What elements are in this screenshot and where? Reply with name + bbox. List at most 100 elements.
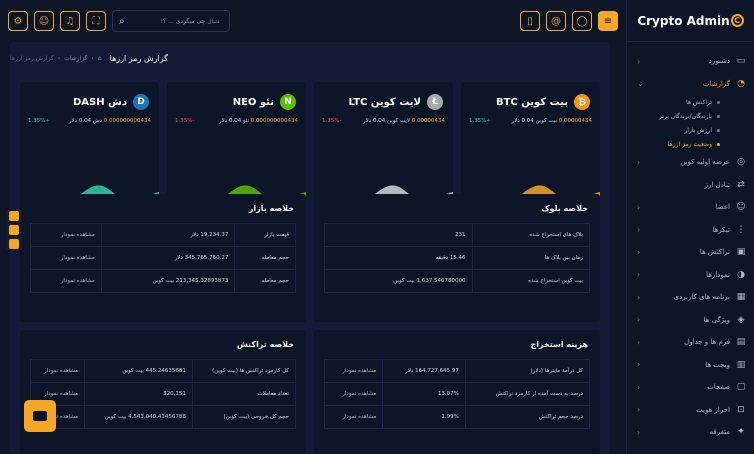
sidebar-item-label: ویجت ها bbox=[705, 360, 730, 369]
row-value: 213,345.32893873 بیت کوین bbox=[100, 269, 236, 293]
chevron-left-icon: ‹ bbox=[637, 292, 641, 302]
sidebar-item-label: فرم ها و جداول bbox=[684, 338, 730, 347]
market-summary-panel: خلاصه بازار قیمت بازار 19,234.37 دلار مشاه… bbox=[20, 194, 306, 322]
coin-change: +1.35% bbox=[28, 118, 51, 124]
sidebar-item-charts[interactable]: ◑ نمودارها ‹ bbox=[627, 264, 754, 287]
sidebar-item-reports[interactable]: ◔ گزارشات ⌄ bbox=[627, 73, 754, 96]
chevron-left-icon: ‹ bbox=[637, 405, 641, 415]
menu-toggle-button[interactable]: ≡ bbox=[598, 11, 618, 31]
row-label: درصد حجم تراکنش bbox=[464, 405, 591, 429]
side-tab-1[interactable] bbox=[9, 211, 19, 221]
mining-cost-panel: هزینه استخراج کل درآمد ماینرها (دلار) 164… bbox=[314, 330, 600, 454]
mining-cost-table: کل درآمد ماینرها (دلار) 164,727,645.97 دل… bbox=[323, 359, 591, 429]
clipboard-button[interactable]: ▯ bbox=[520, 11, 540, 31]
sidebar-item-auth[interactable]: ⊡ احراز هویت ‹ bbox=[627, 399, 754, 422]
breadcrumb: ⌂ › گزارشات › گزارش رمز ارزها bbox=[10, 55, 102, 62]
chevron-left-icon: ‹ bbox=[637, 247, 641, 257]
sidebar-item-exchange[interactable]: ⇄ تبادل ارز bbox=[627, 174, 754, 197]
sidebar-item-label: برنامه های کاربردی bbox=[673, 293, 730, 302]
table-row: حجم معامله 213,345.32893873 بیت کوین مشاهد… bbox=[30, 269, 296, 293]
view-chart-link[interactable]: مشاهده نمودار bbox=[30, 269, 102, 293]
chevron-left-icon: ‹ bbox=[637, 157, 641, 167]
row-label: زمان بین بلاک ها bbox=[471, 246, 591, 270]
sidebar-item-ico[interactable]: ◎ عرضه اولیه کوین ‹ bbox=[627, 151, 754, 174]
side-tab-2[interactable] bbox=[9, 225, 19, 235]
block-summary-table: بلاک های استخراج شده 231 زمان بین بلاک ها… bbox=[324, 223, 591, 293]
panel-title: خلاصه بلوک bbox=[541, 204, 588, 213]
chevron-left-icon: ‹ bbox=[637, 225, 641, 235]
sidebar-item-pages[interactable]: ▢ صفحات ‹ bbox=[627, 376, 754, 399]
settings-button[interactable]: ⚙ bbox=[8, 11, 28, 31]
submenu-item-transactions[interactable]: تراکنش ها bbox=[627, 95, 754, 109]
fullscreen-button[interactable]: ⛶ bbox=[86, 11, 106, 31]
sidebar-item-label: نمودارها bbox=[706, 270, 730, 279]
view-chart-link[interactable]: مشاهده نمودار bbox=[323, 359, 384, 383]
floating-chat-button[interactable] bbox=[24, 400, 56, 432]
table-icon: ▤ bbox=[736, 337, 746, 348]
sidebar-item-transactions[interactable]: ▣ تراکنش ها ‹ bbox=[627, 241, 754, 264]
row-label: کل درآمد ماینرها (دلار) bbox=[464, 359, 591, 383]
submenu-item-market-cap[interactable]: ارزش بازار bbox=[627, 123, 754, 137]
chevron-left-icon: ‹ bbox=[637, 427, 641, 437]
page-header: گزارش رمز ارزها ⌂ › گزارشات › گزارش رمز … bbox=[10, 42, 610, 74]
row-value: 1,637.546780000 بیت کوین bbox=[324, 269, 473, 293]
email-button[interactable]: @ bbox=[546, 11, 566, 31]
misc-icon: ✦ bbox=[737, 427, 745, 438]
table-row: قیمت بازار 19,234.37 دلار مشاهده نمودار bbox=[30, 223, 296, 247]
search-box[interactable]: ⌕ bbox=[112, 10, 230, 32]
ticker-icon: ⋮ bbox=[736, 224, 746, 235]
sidebar-item-misc[interactable]: ✦ متفرقه ‹ bbox=[627, 421, 754, 444]
row-value: 15.46 دقیقه bbox=[324, 246, 473, 270]
table-row: زمان بین بلاک ها 15.46 دقیقه bbox=[324, 246, 591, 270]
table-row: درصد حجم تراکنش 1.99% مشاهده نمودار bbox=[323, 405, 591, 429]
chevron-left-icon: ‹ bbox=[637, 360, 641, 370]
coin-rate: بیت کوین 0.04 دلار bbox=[511, 118, 557, 124]
chevron-left-icon: ‹ bbox=[637, 202, 641, 212]
sidebar-item-widgets[interactable]: ▥ ویجت ها ‹ bbox=[627, 354, 754, 377]
sidebar: Crypto Admin C ▭ دشبورد ‹ ◔ گزارشات ⌄ تراکنش … bbox=[626, 0, 754, 454]
notifications-button[interactable]: ♫ bbox=[60, 11, 80, 31]
view-chart-link[interactable]: مشاهده نمودار bbox=[29, 359, 86, 383]
brand-logo[interactable]: Crypto Admin C bbox=[627, 0, 754, 42]
submenu-item-crypto-status[interactable]: وضعیت رمز ارزها bbox=[627, 137, 754, 151]
breadcrumb-current: گزارش رمز ارزها bbox=[10, 54, 54, 62]
sidebar-item-dashboard[interactable]: ▭ دشبورد ‹ bbox=[627, 50, 754, 73]
submenu-item-top-gainers[interactable]: بازندگان/برندگان برتر bbox=[627, 109, 754, 123]
view-chart-link[interactable]: مشاهده نمودار bbox=[323, 405, 384, 429]
chevron-down-icon: ⌄ bbox=[637, 79, 644, 89]
profile-button[interactable]: ☺ bbox=[34, 11, 54, 31]
page-title: گزارش رمز ارزها bbox=[109, 53, 168, 63]
hamburger-icon: ≡ bbox=[603, 15, 613, 27]
table-row: درصد به دست آمده از کارمزد تراکنش 13.07% م… bbox=[323, 382, 591, 406]
view-chart-link[interactable]: مشاهده نمودار bbox=[30, 246, 102, 270]
sidebar-item-members[interactable]: ☺ اعضا ‹ bbox=[627, 196, 754, 219]
sidebar-item-label: احراز هویت bbox=[696, 405, 730, 414]
gear-icon: ⚙ bbox=[13, 15, 23, 27]
sidebar-item-label: متفرقه bbox=[709, 428, 730, 437]
sidebar-item-forms-tables[interactable]: ▤ فرم ها و جداول ‹ bbox=[627, 331, 754, 354]
chat-button[interactable]: ◯ bbox=[572, 11, 592, 31]
monitor-icon: ▭ bbox=[736, 56, 746, 67]
sidebar-submenu-reports: تراکنش ها بازندگان/برندگان برتر ارزش باز… bbox=[627, 95, 754, 151]
sidebar-item-label: دشبورد bbox=[708, 57, 730, 66]
table-row: بیت کوین استخراج شده 1,637.546780000 بیت … bbox=[324, 269, 591, 293]
sidebar-item-tickers[interactable]: ⋮ تیکرها ‹ bbox=[627, 219, 754, 242]
transaction-summary-table: کل کارمزد تراکنش ها (بیت کوین) 445.246356… bbox=[29, 359, 297, 429]
row-value: 320,151 bbox=[84, 382, 193, 406]
coin-amount-value: 0.00000434 bbox=[558, 118, 592, 124]
side-tab-3[interactable] bbox=[9, 239, 19, 249]
home-icon[interactable]: ⌂ bbox=[98, 55, 102, 62]
submenu-item-label: ارزش بازار bbox=[684, 126, 712, 134]
sidebar-item-label: عرضه اولیه کوین bbox=[680, 158, 730, 167]
coin-change: -1.35% bbox=[175, 118, 195, 124]
coin-icon: ◎ bbox=[737, 157, 745, 168]
chevron-left-icon: ‹ bbox=[637, 270, 641, 280]
table-row: حجم معامله 345,765,760.27 دلار مشاهده نمود… bbox=[30, 246, 296, 270]
view-chart-link[interactable]: مشاهده نمودار bbox=[30, 223, 102, 247]
sidebar-item-apps[interactable]: ▦ برنامه های کاربردی ‹ bbox=[627, 286, 754, 309]
sidebar-item-features[interactable]: ◈ ویژگی ها ‹ bbox=[627, 309, 754, 332]
coin-change: +1.35% bbox=[469, 118, 492, 124]
view-chart-link[interactable]: مشاهده نمودار bbox=[323, 382, 384, 406]
search-input[interactable] bbox=[129, 17, 220, 25]
breadcrumb-reports[interactable]: گزارشات bbox=[64, 55, 87, 62]
